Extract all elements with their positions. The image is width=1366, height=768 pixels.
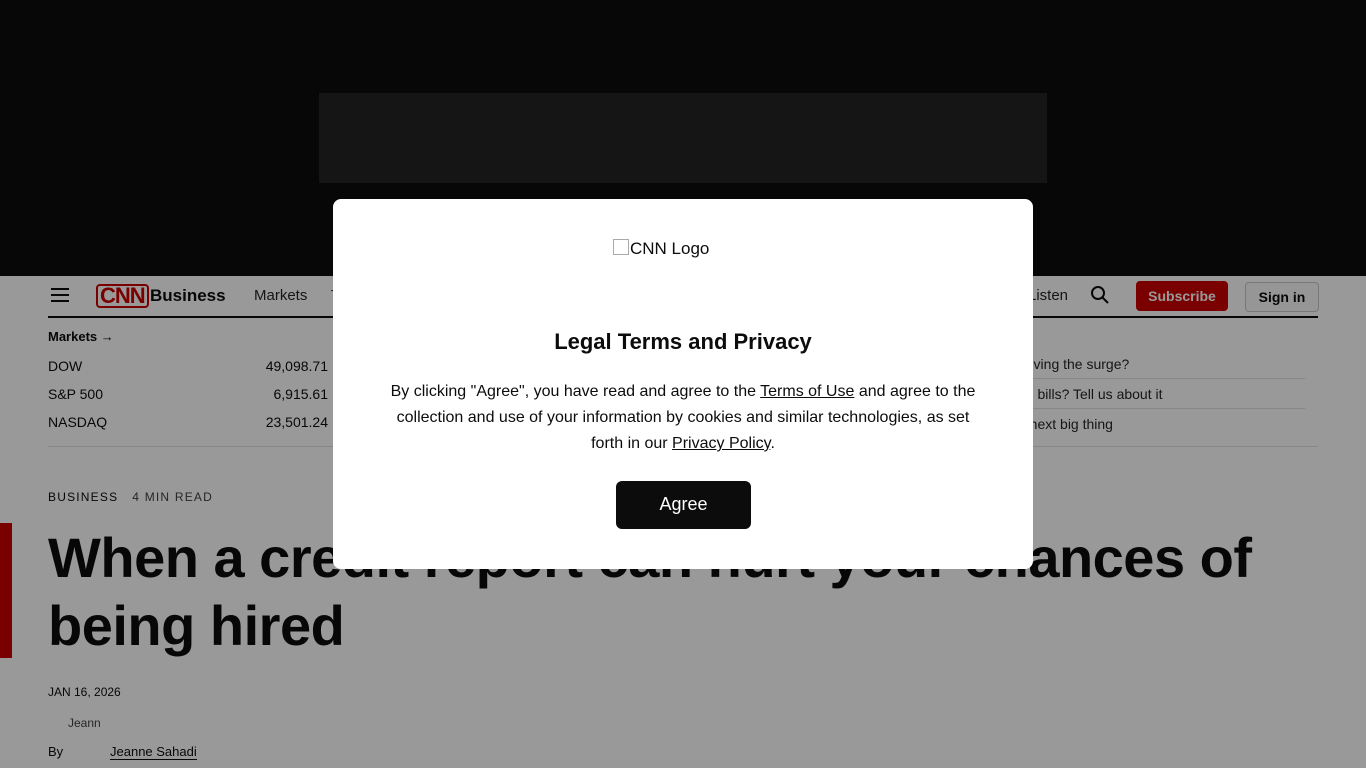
privacy-policy-link[interactable]: Privacy Policy: [672, 435, 770, 452]
agree-button[interactable]: Agree: [616, 481, 751, 529]
cnn-logo-image: CNN Logo: [613, 239, 709, 259]
body-text: .: [770, 435, 775, 452]
dialog-title: Legal Terms and Privacy: [554, 329, 812, 354]
legal-terms-dialog: CNN Logo Legal Terms and Privacy By clic…: [333, 199, 1033, 569]
broken-image-icon: [613, 239, 629, 255]
terms-of-use-link[interactable]: Terms of Use: [760, 383, 854, 400]
body-text: By clicking "Agree", you have read and a…: [390, 383, 761, 400]
dialog-body: By clicking "Agree", you have read and a…: [381, 379, 985, 457]
logo-alt-text: CNN Logo: [630, 239, 710, 258]
